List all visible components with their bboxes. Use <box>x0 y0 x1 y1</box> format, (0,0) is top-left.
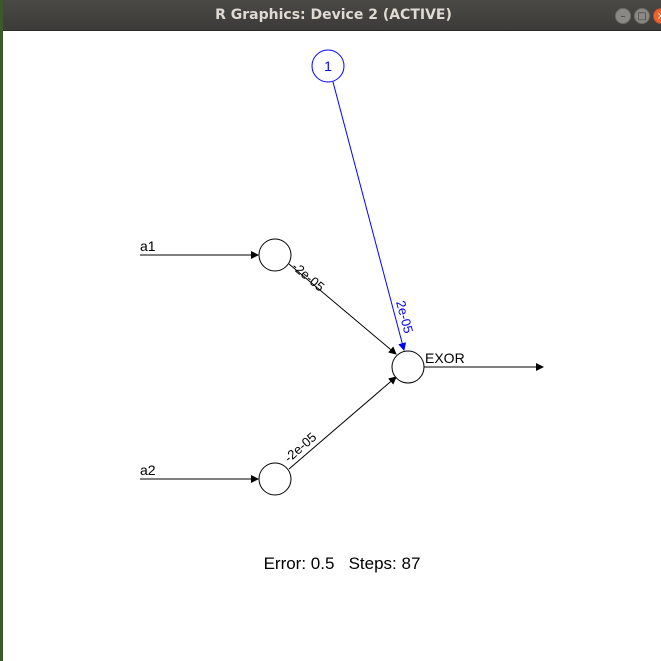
output-node <box>391 350 425 384</box>
minimize-icon[interactable]: – <box>615 8 631 24</box>
input-label-a1: a1 <box>140 238 156 254</box>
weight-label-bias: 2e-05 <box>393 299 416 335</box>
title-bar[interactable]: R Graphics: Device 2 (ACTIVE) – □ × <box>3 0 661 31</box>
window-title: R Graphics: Device 2 (ACTIVE) <box>215 7 452 23</box>
output-label: EXOR <box>425 350 465 366</box>
weight-label-a1: -2e-05 <box>289 259 327 295</box>
bias-node-label: 1 <box>324 58 332 74</box>
plot-canvas: a1 a2 1 EXOR -2e-05 -2e-05 2e-05 Error: … <box>140 49 544 573</box>
input-node-a2 <box>258 462 292 496</box>
maximize-icon[interactable]: □ <box>634 8 650 24</box>
input-label-a2: a2 <box>140 462 156 478</box>
edge-a2-output <box>288 376 397 470</box>
input-node-a1 <box>258 238 292 272</box>
error-steps-text: Error: 0.5 Steps: 87 <box>264 554 421 573</box>
r-graphics-window: R Graphics: Device 2 (ACTIVE) – □ × a1 a… <box>0 0 661 661</box>
